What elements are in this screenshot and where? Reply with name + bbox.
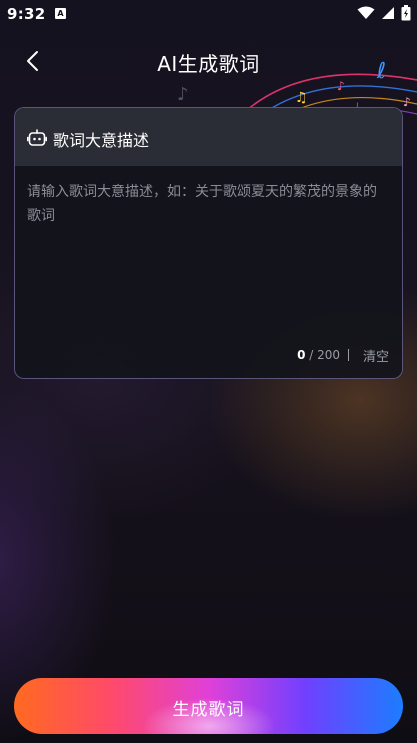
lyrics-description-card: 歌词大意描述 0 / 200 清空 (14, 107, 403, 379)
svg-text:♪: ♪ (403, 95, 411, 109)
lyrics-description-input[interactable] (27, 180, 389, 330)
status-icons (357, 4, 411, 22)
svg-text:♫: ♫ (295, 90, 308, 106)
card-title: 歌词大意描述 (53, 131, 150, 150)
header: AI生成歌词 (0, 36, 417, 86)
page-title: AI生成歌词 (157, 52, 260, 76)
generate-lyrics-label: 生成歌词 (172, 700, 245, 720)
clear-button[interactable]: 清空 (363, 346, 389, 365)
generate-lyrics-button[interactable]: 生成歌词 (14, 678, 403, 734)
character-counter: 0 / 200 (297, 348, 340, 362)
robot-icon (27, 129, 47, 146)
status-bar: 9:32 A (0, 0, 417, 28)
svg-text:♪: ♪ (177, 84, 189, 105)
counter-max: / 200 (305, 348, 340, 362)
status-time: 9:32 (7, 5, 46, 23)
battery-icon (401, 5, 411, 21)
wifi-icon (357, 6, 375, 19)
signal-icon (382, 7, 394, 19)
notification-badge: A (55, 8, 66, 19)
card-header: 歌词大意描述 (15, 108, 402, 166)
divider (347, 349, 349, 361)
